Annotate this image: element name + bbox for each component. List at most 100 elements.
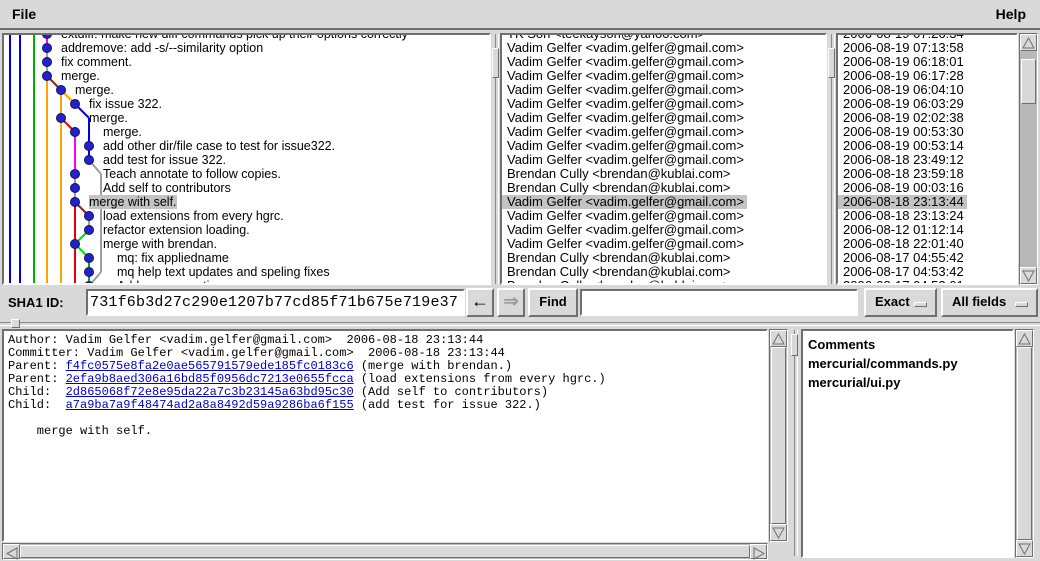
- scrollbar-thumb[interactable]: [771, 347, 786, 524]
- mini-scrollbar-thumb[interactable]: [828, 48, 835, 78]
- scroll-down-arrow-icon[interactable]: [1016, 540, 1033, 557]
- author-row[interactable]: Vadim Gelfer <vadim.gelfer@gmail.com>: [502, 111, 825, 125]
- scrollbar-thumb[interactable]: [1017, 347, 1032, 540]
- file-menu[interactable]: File: [12, 6, 36, 22]
- file-item[interactable]: mercurial/commands.py: [808, 354, 958, 373]
- commit-row[interactable]: refactor extension loading.: [4, 223, 489, 237]
- date-row[interactable]: 2006-08-18 22:01:40: [838, 237, 1016, 251]
- detail-vscrollbar[interactable]: [769, 329, 788, 542]
- file-item[interactable]: mercurial/ui.py: [808, 373, 958, 392]
- commit-row[interactable]: extdiff: make new diff commands pick up …: [4, 33, 489, 41]
- author-row[interactable]: Vadim Gelfer <vadim.gelfer@gmail.com>: [502, 195, 825, 209]
- author-row[interactable]: Brendan Cully <brendan@kublai.com>: [502, 265, 825, 279]
- date-row[interactable]: 2006-08-17 04:53:42: [838, 265, 1016, 279]
- date-row[interactable]: 2006-08-19 06:03:29: [838, 97, 1016, 111]
- commit-row[interactable]: merge.: [4, 83, 489, 97]
- mini-scrollbar-thumb[interactable]: [492, 48, 499, 78]
- sha-link[interactable]: 2efa9b8aed306a16bd85f0956dc7213e0655fcca: [66, 372, 354, 386]
- help-menu[interactable]: Help: [996, 6, 1026, 22]
- scroll-left-arrow-icon[interactable]: [3, 544, 20, 559]
- commit-list-vscrollbar[interactable]: [1019, 33, 1038, 285]
- scrollbar-thumb[interactable]: [20, 545, 750, 558]
- scroll-up-arrow-icon[interactable]: [770, 330, 787, 347]
- date-row[interactable]: 2006-08-12 01:12:14: [838, 223, 1016, 237]
- author-row[interactable]: Brendan Cully <brendan@kublai.com>: [502, 251, 825, 265]
- author-row[interactable]: Vadim Gelfer <vadim.gelfer@gmail.com>: [502, 153, 825, 167]
- commit-row[interactable]: merge with brendan.: [4, 237, 489, 251]
- commit-detail-pane[interactable]: Author: Vadim Gelfer <vadim.gelfer@gmail…: [2, 329, 768, 542]
- date-row[interactable]: 2006-08-18 23:13:24: [838, 209, 1016, 223]
- sha-link[interactable]: a7a9ba7a9f48474ad2a8a8492d59a9286ba6f155: [66, 398, 354, 412]
- date-row[interactable]: 2006-08-19 00:53:30: [838, 125, 1016, 139]
- forward-button[interactable]: ⇒: [497, 288, 525, 317]
- author-row[interactable]: Vadim Gelfer <vadim.gelfer@gmail.com>: [502, 209, 825, 223]
- author-row[interactable]: Vadim Gelfer <vadim.gelfer@gmail.com>: [502, 97, 825, 111]
- search-input[interactable]: [580, 289, 858, 316]
- date-row[interactable]: 2006-08-17 04:55:42: [838, 251, 1016, 265]
- date-pane[interactable]: 2006-08-19 07:26:342006-08-19 07:13:5820…: [836, 33, 1018, 285]
- date-row[interactable]: 2006-08-18 23:13:44: [838, 195, 1016, 209]
- commit-subject: merge.: [103, 125, 142, 139]
- date-row[interactable]: 2006-08-19 06:17:28: [838, 69, 1016, 83]
- horizontal-pane-sash[interactable]: [0, 322, 1040, 326]
- commit-row[interactable]: fix issue 322.: [4, 97, 489, 111]
- detail-hscrollbar[interactable]: [2, 543, 768, 560]
- author-row[interactable]: Vadim Gelfer <vadim.gelfer@gmail.com>: [502, 83, 825, 97]
- commit-row[interactable]: merge.: [4, 111, 489, 125]
- sha1-id-input[interactable]: [86, 289, 465, 316]
- sash-handle[interactable]: [11, 319, 20, 328]
- scroll-up-arrow-icon[interactable]: [1020, 34, 1037, 51]
- file-list-vscrollbar[interactable]: [1015, 329, 1034, 558]
- scrollbar-thumb[interactable]: [1021, 59, 1036, 104]
- author-row[interactable]: Brendan Cully <brendan@kublai.com>: [502, 167, 825, 181]
- scroll-right-arrow-icon[interactable]: [750, 544, 767, 559]
- changed-files-pane[interactable]: Comments mercurial/commands.pymercurial/…: [801, 329, 1014, 558]
- comments-header[interactable]: Comments: [808, 335, 958, 354]
- author-pane-mini-scrollbar[interactable]: [828, 34, 835, 284]
- author-row[interactable]: Vadim Gelfer <vadim.gelfer@gmail.com>: [502, 125, 825, 139]
- graph-pane-mini-scrollbar[interactable]: [492, 34, 499, 284]
- commit-row[interactable]: add test for issue 322.: [4, 153, 489, 167]
- commit-row[interactable]: merge.: [4, 125, 489, 139]
- date-row[interactable]: 2006-08-18 23:59:18: [838, 167, 1016, 181]
- find-button[interactable]: Find: [528, 288, 578, 317]
- commit-row[interactable]: Add self to contributors: [4, 181, 489, 195]
- commit-row[interactable]: mq help text updates and speling fixes: [4, 265, 489, 279]
- author-row[interactable]: Vadim Gelfer <vadim.gelfer@gmail.com>: [502, 139, 825, 153]
- scroll-down-arrow-icon[interactable]: [1020, 267, 1037, 284]
- commit-row[interactable]: fix comment.: [4, 55, 489, 69]
- date-row[interactable]: 2006-08-18 23:49:12: [838, 153, 1016, 167]
- author-row[interactable]: Vadim Gelfer <vadim.gelfer@gmail.com>: [502, 69, 825, 83]
- match-type-value: Exact: [875, 294, 910, 309]
- author-row[interactable]: Vadim Gelfer <vadim.gelfer@gmail.com>: [502, 237, 825, 251]
- sha-link[interactable]: 2d865068f72e8e95da22a7c3b23145a63bd95c30: [66, 385, 354, 399]
- date-row[interactable]: 2006-08-19 02:02:38: [838, 111, 1016, 125]
- commit-row[interactable]: mq: fix appliedname: [4, 251, 489, 265]
- scroll-down-arrow-icon[interactable]: [770, 524, 787, 541]
- detail-text: (load extensions from every hgrc.): [354, 372, 606, 386]
- author-pane[interactable]: TK Soh <teekaysoh@yahoo.com>Vadim Gelfer…: [500, 33, 827, 285]
- date-row[interactable]: 2006-08-19 06:18:01: [838, 55, 1016, 69]
- author-row[interactable]: Brendan Cully <brendan@kublai.com>: [502, 181, 825, 195]
- sha-link[interactable]: f4fc0575e8fa2e0ae565791579ede185fc0183c6: [66, 359, 354, 373]
- date-row[interactable]: 2006-08-19 00:53:14: [838, 139, 1016, 153]
- date-row[interactable]: 2006-08-19 07:13:58: [838, 41, 1016, 55]
- author-row[interactable]: Vadim Gelfer <vadim.gelfer@gmail.com>: [502, 223, 825, 237]
- search-fields-dropdown[interactable]: All fields: [941, 288, 1038, 317]
- bottom-pane-sash[interactable]: [791, 330, 798, 556]
- scroll-up-arrow-icon[interactable]: [1016, 330, 1033, 347]
- author-row[interactable]: Vadim Gelfer <vadim.gelfer@gmail.com>: [502, 55, 825, 69]
- match-type-dropdown[interactable]: Exact: [864, 288, 937, 317]
- date-row[interactable]: 2006-08-19 06:04:10: [838, 83, 1016, 97]
- commit-graph-pane[interactable]: extdiff: make new diff commands pick up …: [2, 33, 491, 285]
- commit-row[interactable]: merge.: [4, 69, 489, 83]
- commit-row[interactable]: addremove: add -s/--similarity option: [4, 41, 489, 55]
- date-row[interactable]: 2006-08-19 00:03:16: [838, 181, 1016, 195]
- commit-row[interactable]: add other dir/file case to test for issu…: [4, 139, 489, 153]
- author-row[interactable]: Vadim Gelfer <vadim.gelfer@gmail.com>: [502, 41, 825, 55]
- commit-row[interactable]: load extensions from every hgrc.: [4, 209, 489, 223]
- commit-row[interactable]: Teach annotate to follow copies.: [4, 167, 489, 181]
- back-button[interactable]: ←: [466, 288, 494, 317]
- sash-handle[interactable]: [791, 334, 798, 356]
- commit-row[interactable]: merge with self.: [4, 195, 489, 209]
